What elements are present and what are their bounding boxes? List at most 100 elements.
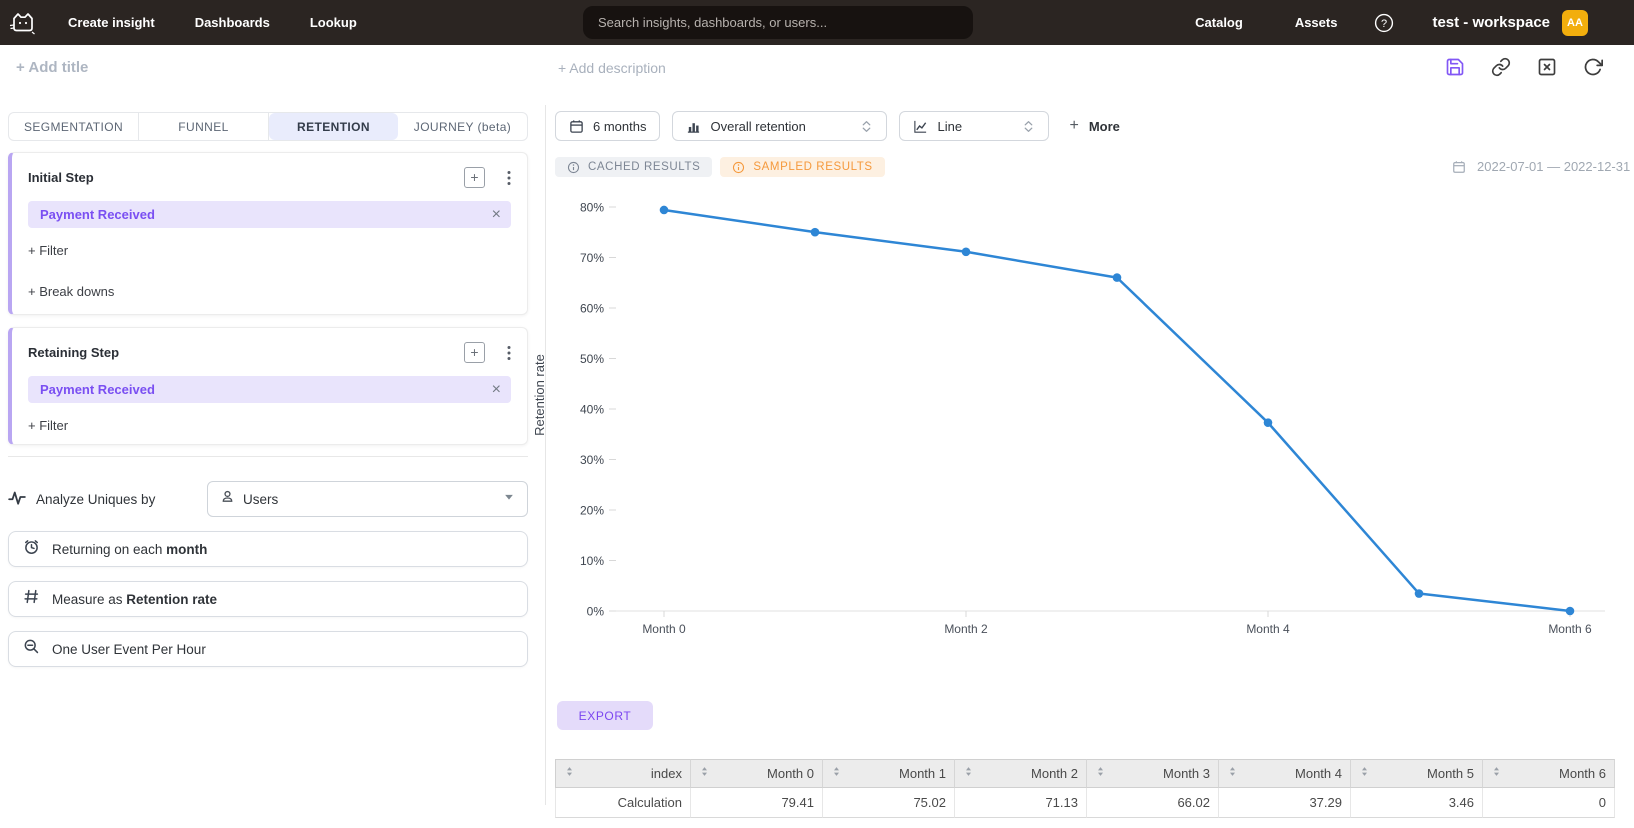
column-label: Month 1 — [899, 766, 946, 781]
add-filter-button[interactable]: + Filter — [28, 243, 511, 258]
table-cell: 75.02 — [823, 788, 955, 818]
calendar-icon — [1452, 160, 1466, 174]
table-header-month-6[interactable]: Month 6 — [1483, 759, 1615, 788]
svg-text:Month 4: Month 4 — [1246, 622, 1290, 636]
app-root: Create insight Dashboards Lookup Catalog As… — [0, 0, 1634, 828]
table-header-month-1[interactable]: Month 1 — [823, 759, 955, 788]
add-event-button[interactable]: + — [464, 342, 485, 363]
table-header-index[interactable]: index — [555, 759, 691, 788]
chart-toolbar: 6 months Overall retention Line + More — [555, 111, 1120, 141]
status-badges: CACHED RESULTS SAMPLED RESULTS — [555, 157, 885, 177]
column-label: Month 4 — [1295, 766, 1342, 781]
date-range-label: 6 months — [593, 119, 646, 134]
column-label: Month 5 — [1427, 766, 1474, 781]
refresh-icon[interactable] — [1582, 56, 1604, 78]
sort-icon — [963, 765, 974, 783]
chart-type-select-value: Line — [937, 119, 1022, 134]
save-icon[interactable] — [1444, 56, 1466, 78]
add-filter-button[interactable]: + Filter — [28, 418, 511, 433]
more-button[interactable]: + More — [1069, 117, 1119, 135]
svg-text:Month 0: Month 0 — [642, 622, 686, 636]
sort-icon — [1095, 765, 1106, 783]
table-cell: 0 — [1483, 788, 1615, 818]
sort-icon — [1227, 765, 1238, 783]
event-chip-label: Payment Received — [40, 382, 492, 397]
table-header-month-5[interactable]: Month 5 — [1351, 759, 1483, 788]
table-cell: 37.29 — [1219, 788, 1351, 818]
table-header-row: index Month 0 Month 1 Month 2 Month 3 Month 4… — [555, 759, 1615, 788]
svg-text:80%: 80% — [580, 201, 604, 215]
data-point-month-2 — [962, 247, 971, 256]
data-point-month-4 — [1264, 418, 1273, 427]
nav-item-lookup[interactable]: Lookup — [310, 15, 357, 30]
table-header-month-0[interactable]: Month 0 — [691, 759, 823, 788]
nav-item-assets[interactable]: Assets — [1295, 15, 1338, 30]
cached-results-badge: CACHED RESULTS — [555, 157, 712, 177]
svg-text:20%: 20% — [580, 504, 604, 518]
step-menu-icon[interactable] — [507, 345, 511, 361]
cat-logo-icon[interactable] — [8, 8, 38, 38]
add-description-button[interactable]: + Add description — [558, 60, 666, 76]
copy-link-icon[interactable] — [1490, 56, 1512, 78]
column-label: Month 6 — [1559, 766, 1606, 781]
add-event-button[interactable]: + — [464, 167, 485, 188]
step-menu-icon[interactable] — [507, 170, 511, 186]
table-header-month-4[interactable]: Month 4 — [1219, 759, 1351, 788]
add-title-button[interactable]: + Add title — [16, 59, 88, 76]
svg-text:70%: 70% — [580, 251, 604, 265]
top-nav: Create insight Dashboards Lookup Catalog As… — [0, 0, 1634, 45]
option-returning-on-each-month[interactable]: Returning on each month — [8, 531, 528, 567]
help-icon[interactable]: ? — [1374, 13, 1394, 33]
info-icon — [732, 161, 745, 174]
tab-journey-beta[interactable]: JOURNEY (beta) — [398, 113, 527, 140]
retention-line-chart[interactable]: 0%10%20%30%40%50%60%70%80%Month 0Month 2… — [530, 185, 1634, 645]
analyze-uniques-label: Analyze Uniques by — [36, 492, 155, 507]
svg-text:0%: 0% — [587, 605, 605, 619]
plus-icon: + — [1069, 117, 1078, 135]
column-label: Month 3 — [1163, 766, 1210, 781]
option-label: Returning on each month — [52, 542, 207, 557]
option-one-user-event-per-hour[interactable]: One User Event Per Hour — [8, 631, 528, 667]
table-header-month-2[interactable]: Month 2 — [955, 759, 1087, 788]
option-label: Measure as Retention rate — [52, 592, 217, 607]
chart-type-select[interactable]: Line — [899, 111, 1049, 141]
analyze-by-select[interactable]: Users — [207, 481, 528, 517]
analyze-uniques-row: Analyze Uniques by Users — [8, 481, 528, 517]
metric-select[interactable]: Overall retention — [672, 111, 887, 141]
data-point-month-0 — [660, 206, 669, 215]
sort-icon — [1491, 765, 1502, 783]
svg-text:10%: 10% — [580, 554, 604, 568]
nav-item-dashboards[interactable]: Dashboards — [195, 15, 270, 30]
table-header-month-3[interactable]: Month 3 — [1087, 759, 1219, 788]
event-chip[interactable]: Payment Received × — [28, 201, 511, 228]
insight-header: + Add title + Add description — [0, 45, 1634, 93]
hash-icon — [23, 588, 40, 610]
avatar[interactable]: AA — [1562, 10, 1588, 36]
tab-retention[interactable]: RETENTION — [269, 113, 398, 140]
tab-funnel[interactable]: FUNNEL — [139, 113, 269, 140]
date-range-button[interactable]: 6 months — [555, 111, 660, 141]
chevron-down-icon — [503, 490, 515, 508]
clear-icon[interactable] — [1536, 56, 1558, 78]
add-breakdown-button[interactable]: + Break downs — [28, 284, 511, 299]
select-caret-icon — [860, 119, 873, 134]
workspace-name[interactable]: test - workspace — [1432, 14, 1550, 31]
svg-text:60%: 60% — [580, 302, 604, 316]
column-label: index — [651, 766, 682, 781]
nav-item-create-insight[interactable]: Create insight — [68, 15, 155, 30]
search-input[interactable] — [583, 6, 973, 39]
sort-icon — [699, 765, 710, 783]
remove-event-icon[interactable]: × — [492, 207, 501, 223]
line-chart-icon — [913, 119, 928, 134]
nav-item-catalog[interactable]: Catalog — [1195, 15, 1243, 30]
option-measure-as-retention-rate[interactable]: Measure as Retention rate — [8, 581, 528, 617]
event-chip[interactable]: Payment Received × — [28, 376, 511, 403]
table-cell: 79.41 — [691, 788, 823, 818]
sort-icon — [1359, 765, 1370, 783]
export-button[interactable]: EXPORT — [557, 701, 653, 730]
event-chip-label: Payment Received — [40, 207, 492, 222]
zoom-out-icon — [23, 638, 40, 660]
tab-segmentation[interactable]: SEGMENTATION — [9, 113, 139, 140]
svg-text:Month 2: Month 2 — [944, 622, 988, 636]
remove-event-icon[interactable]: × — [492, 382, 501, 398]
